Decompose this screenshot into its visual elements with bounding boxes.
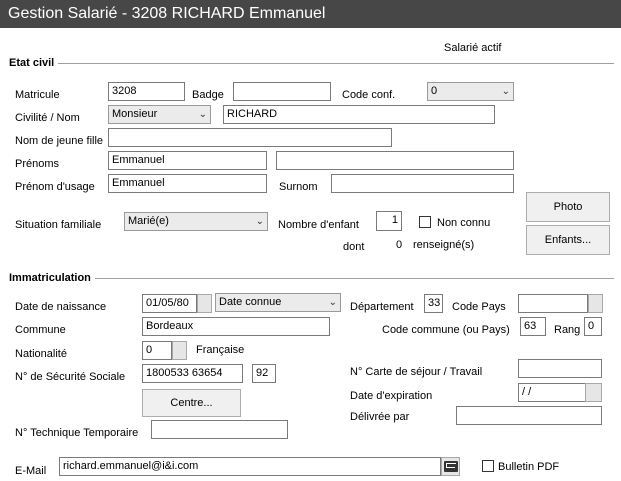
- mail-icon: [444, 461, 458, 472]
- badge-field[interactable]: [233, 82, 331, 101]
- nom-jeune-fille-field[interactable]: [108, 128, 392, 147]
- prenom-usage-label: Prénom d'usage: [15, 181, 95, 193]
- nb-enfant-label: Nombre d'enfant: [278, 219, 359, 231]
- code-pays-field[interactable]: [518, 294, 588, 313]
- matricule-label: Matricule: [15, 89, 60, 101]
- secu-label: N° de Sécurité Sociale: [15, 371, 126, 383]
- technique-field[interactable]: [151, 420, 288, 439]
- chevron-down-icon: ⌄: [255, 216, 264, 227]
- chevron-down-icon: ⌄: [501, 86, 510, 97]
- centre-button[interactable]: Centre...: [142, 389, 241, 417]
- prenoms2-field[interactable]: [276, 151, 514, 170]
- surnom-field[interactable]: [331, 174, 514, 193]
- email-send-button[interactable]: [441, 457, 460, 476]
- rang-field[interactable]: 0: [584, 317, 602, 336]
- nom-jeune-fille-label: Nom de jeune fille: [15, 135, 104, 147]
- chevron-down-icon: ⌄: [328, 297, 337, 308]
- prenoms-field[interactable]: Emmanuel: [108, 151, 267, 170]
- renseigne-label: renseigné(s): [413, 239, 475, 251]
- section-title-etat-civil: Etat civil: [9, 57, 55, 69]
- section-title-immatriculation: Immatriculation: [9, 272, 91, 284]
- code-conf-label: Code conf.: [342, 89, 396, 101]
- chevron-down-icon: ⌄: [198, 109, 207, 120]
- code-pays-lookup-button[interactable]: [588, 294, 603, 313]
- date-naissance-label: Date de naissance: [15, 301, 107, 313]
- matricule-field[interactable]: 3208: [108, 82, 185, 101]
- dont-value: 0: [396, 239, 403, 251]
- situation-label: Situation familiale: [15, 219, 102, 231]
- date-connue-select[interactable]: Date connue ⌄: [215, 293, 341, 312]
- nationalite-field[interactable]: 0: [142, 341, 172, 360]
- code-conf-select[interactable]: 0 ⌄: [427, 82, 514, 101]
- prenoms-label: Prénoms: [15, 158, 60, 170]
- photo-button[interactable]: Photo: [526, 192, 610, 222]
- civilite-select[interactable]: Monsieur ⌄: [108, 105, 211, 124]
- section-divider: [58, 63, 614, 64]
- prenom-usage-field[interactable]: Emmanuel: [108, 174, 267, 193]
- delivree-field[interactable]: [456, 406, 602, 425]
- date-expiration-label: Date d'expiration: [350, 390, 433, 402]
- section-divider: [95, 278, 614, 279]
- rang-label: Rang: [554, 324, 581, 336]
- status-label: Salarié actif: [444, 42, 502, 54]
- surnom-label: Surnom: [279, 181, 318, 193]
- situation-select[interactable]: Marié(e) ⌄: [124, 212, 268, 231]
- email-label: E-Mail: [15, 465, 47, 477]
- code-conf-value: 0: [431, 85, 438, 97]
- code-commune-label: Code commune (ou Pays): [382, 324, 510, 336]
- enfants-button[interactable]: Enfants...: [526, 225, 610, 255]
- nationalite-text: Française: [196, 344, 245, 356]
- non-connu-label: Non connu: [437, 217, 491, 229]
- email-field[interactable]: richard.emmanuel@i&i.com: [59, 457, 441, 476]
- date-naissance-field[interactable]: 01/05/80: [142, 294, 197, 313]
- departement-field[interactable]: 33: [424, 294, 443, 313]
- nationalite-label: Nationalité: [15, 348, 67, 360]
- commune-label: Commune: [15, 324, 66, 336]
- nom-field[interactable]: RICHARD: [223, 105, 495, 124]
- code-commune-field[interactable]: 63: [520, 317, 546, 336]
- civilite-label: Civilité / Nom: [15, 112, 80, 124]
- bulletin-pdf-checkbox[interactable]: [482, 460, 494, 472]
- departement-label: Département: [350, 301, 414, 313]
- carte-sejour-label: N° Carte de séjour / Travail: [350, 366, 483, 378]
- date-expiration-calendar-button[interactable]: [585, 383, 602, 402]
- secu-key-field[interactable]: 92: [252, 364, 276, 383]
- commune-field[interactable]: Bordeaux: [142, 317, 330, 336]
- technique-label: N° Technique Temporaire: [15, 427, 139, 439]
- bulletin-pdf-label: Bulletin PDF: [498, 461, 560, 473]
- secu-field[interactable]: 1800533 63654: [142, 364, 243, 383]
- civilite-value: Monsieur: [112, 108, 158, 120]
- code-pays-label: Code Pays: [452, 301, 506, 313]
- nb-enfant-field[interactable]: 1: [376, 211, 402, 231]
- carte-sejour-field[interactable]: [518, 359, 602, 378]
- nationalite-lookup-button[interactable]: [172, 341, 187, 360]
- non-connu-checkbox[interactable]: [419, 216, 431, 228]
- date-expiration-field[interactable]: / /: [518, 383, 588, 402]
- badge-label: Badge: [192, 89, 224, 101]
- window-title: Gestion Salarié - 3208 RICHARD Emmanuel: [0, 0, 621, 28]
- delivree-label: Délivrée par: [350, 411, 410, 423]
- calendar-button[interactable]: [197, 294, 212, 313]
- situation-value: Marié(e): [128, 215, 169, 227]
- date-connue-value: Date connue: [219, 296, 282, 308]
- dont-label: dont: [343, 241, 365, 253]
